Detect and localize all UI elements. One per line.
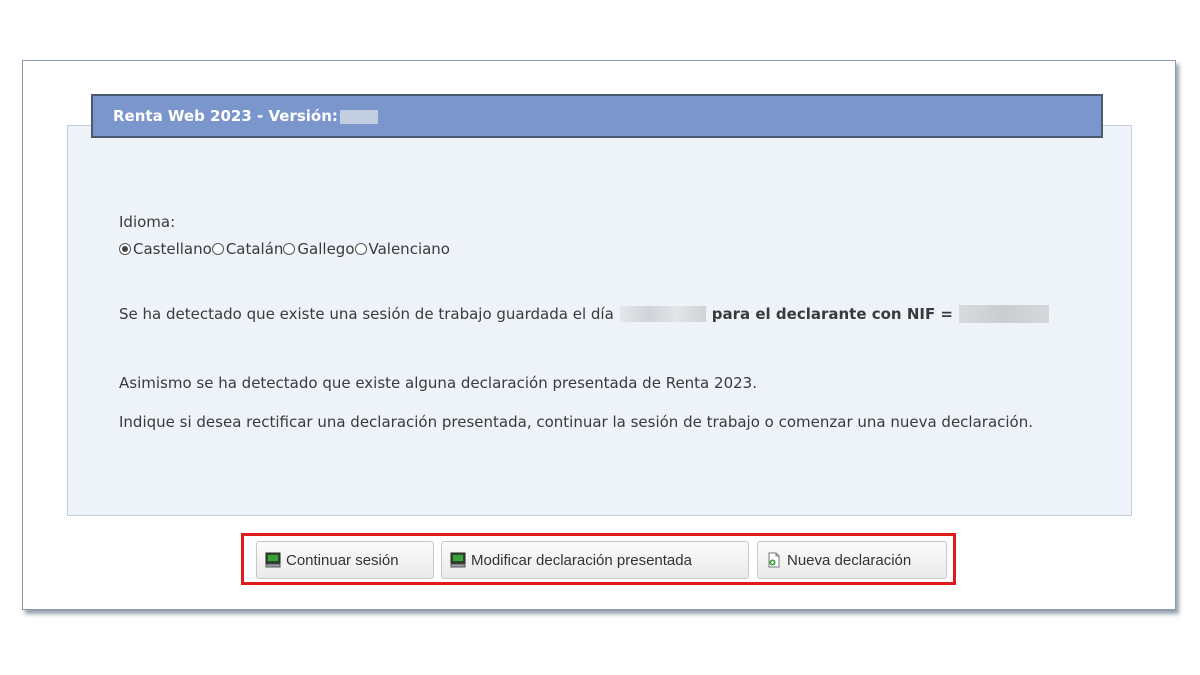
nueva-declaracion-button[interactable]: Nueva declaración <box>757 541 947 579</box>
new-document-icon <box>768 552 780 568</box>
radio-label-castellano: Castellano <box>133 240 212 258</box>
radio-unselected-icon[interactable] <box>283 243 296 255</box>
radio-unselected-icon[interactable] <box>354 243 367 255</box>
session-prefix-text: Se ha detectado que existe una sesión de… <box>119 305 614 323</box>
nueva-declaracion-label: Nueva declaración <box>787 551 912 569</box>
radio-label-catalan: Catalán <box>225 240 284 258</box>
continuar-sesion-button[interactable]: Continuar sesión <box>256 541 434 579</box>
radio-gallego[interactable]: Gallego <box>283 240 355 258</box>
language-radio-group: Castellano Catalán Gallego Valenciano <box>119 240 450 258</box>
nif-redacted <box>959 305 1050 323</box>
computer-icon <box>265 552 281 568</box>
presented-declaration-message: Asimismo se ha detectado que existe algu… <box>119 374 757 392</box>
header-title-wrap: Renta Web 2023 - Versión: <box>113 96 378 136</box>
radio-label-valenciano: Valenciano <box>368 240 450 258</box>
page-title: Renta Web 2023 - Versión: <box>113 107 338 125</box>
radio-selected-icon[interactable] <box>119 243 131 255</box>
header-bar: Renta Web 2023 - Versión: <box>91 94 1103 138</box>
session-message: Se ha detectado que existe una sesión de… <box>119 305 1050 323</box>
radio-unselected-icon[interactable] <box>211 243 224 255</box>
radio-catalan[interactable]: Catalán <box>211 240 284 258</box>
instruction-message: Indique si desea rectificar una declarac… <box>119 413 1034 431</box>
modificar-declaracion-button[interactable]: Modificar declaración presentada <box>441 541 749 579</box>
language-label: Idioma: <box>119 213 176 231</box>
continuar-sesion-label: Continuar sesión <box>286 551 399 569</box>
radio-label-gallego: Gallego <box>297 240 355 258</box>
radio-castellano[interactable]: Castellano <box>119 240 212 258</box>
radio-valenciano[interactable]: Valenciano <box>354 240 450 258</box>
modificar-declaracion-label: Modificar declaración presentada <box>471 551 692 569</box>
session-bold-text: para el declarante con NIF = <box>711 305 954 323</box>
computer-icon <box>450 552 466 568</box>
renta-dialog: Renta Web 2023 - Versión: Idioma: Castel… <box>22 60 1176 610</box>
date-redacted <box>619 306 706 322</box>
version-redacted <box>339 109 378 124</box>
